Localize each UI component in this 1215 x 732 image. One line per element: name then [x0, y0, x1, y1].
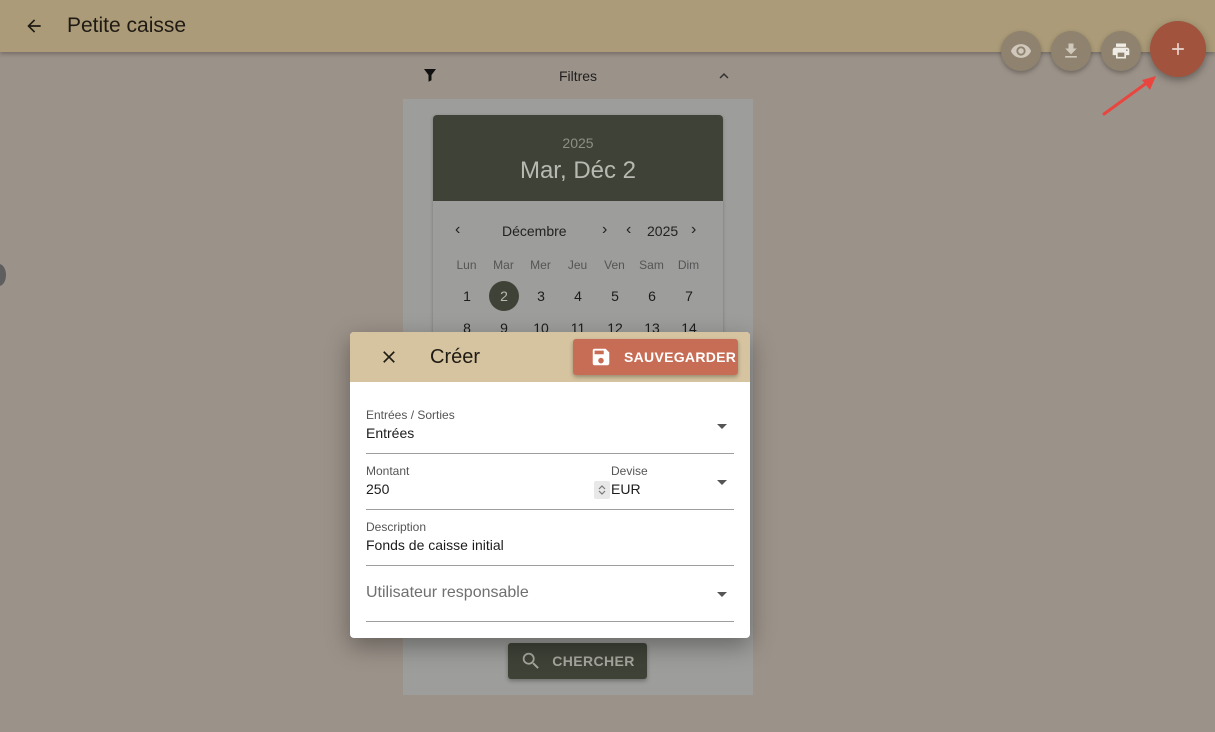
amount-stepper[interactable] — [594, 481, 610, 499]
search-icon — [522, 652, 540, 669]
weekday-label: Mer — [530, 258, 551, 272]
date-picker: 2025 Mar, Déc 2 ‹ Décembre › ‹ 2025 › Lu… — [433, 115, 723, 355]
currency-value: EUR — [611, 481, 641, 497]
dialog-header: Créer SAUVEGARDER — [350, 332, 750, 382]
page-title: Petite caisse — [67, 14, 187, 37]
calendar-day[interactable]: 3 — [526, 281, 556, 311]
dropdown-arrow-icon — [717, 424, 727, 429]
create-dialog: Créer SAUVEGARDER Entrées / Sorties Entr… — [350, 332, 750, 638]
close-button[interactable] — [376, 344, 402, 370]
dropdown-arrow-icon — [717, 480, 727, 485]
amount-value: 250 — [366, 481, 390, 497]
chevron-down-icon — [598, 490, 606, 495]
weekday-label: Lun — [456, 258, 477, 272]
weekday-label: Jeu — [567, 258, 588, 272]
add-button[interactable] — [1150, 21, 1206, 77]
print-button[interactable] — [1101, 31, 1141, 71]
date-picker-selected-date: Mar, Déc 2 — [519, 157, 637, 184]
save-button-label: SAUVEGARDER — [624, 349, 737, 365]
calendar-day[interactable]: 6 — [637, 281, 667, 311]
calendar-day[interactable]: 1 — [452, 281, 482, 311]
calendar-day[interactable]: 7 — [674, 281, 704, 311]
description-field[interactable]: Description Fonds de caisse initial — [366, 520, 734, 566]
pointer-arrow-icon — [1102, 76, 1156, 116]
prev-month-button[interactable]: ‹ — [455, 221, 460, 239]
divider — [366, 509, 734, 510]
plus-icon — [1172, 43, 1184, 55]
user-select[interactable]: Utilisateur responsable — [366, 584, 734, 622]
save-icon — [592, 348, 610, 366]
date-picker-header: 2025 Mar, Déc 2 — [433, 115, 723, 201]
print-icon — [1112, 43, 1130, 59]
calendar-day[interactable]: 4 — [563, 281, 593, 311]
user-placeholder: Utilisateur responsable — [366, 584, 529, 601]
type-select[interactable]: Entrées / Sorties Entrées — [366, 408, 734, 454]
close-icon — [383, 351, 395, 363]
next-year-button[interactable]: › — [691, 221, 696, 239]
calendar-day[interactable]: 5 — [600, 281, 630, 311]
prev-year-button[interactable]: ‹ — [626, 221, 631, 239]
save-button[interactable]: SAUVEGARDER — [573, 339, 738, 375]
weekday-label: Sam — [639, 258, 664, 272]
eye-icon — [1010, 44, 1032, 58]
filter-header[interactable]: Filtres — [403, 60, 753, 90]
search-button-label: CHERCHER — [552, 653, 635, 669]
amount-field[interactable]: Montant 250 — [366, 464, 612, 509]
weekday-label: Mar — [493, 258, 514, 272]
back-button[interactable] — [20, 12, 48, 40]
drawer-handle[interactable] — [0, 264, 6, 286]
filter-label: Filtres — [558, 68, 598, 84]
next-month-button[interactable]: › — [602, 221, 607, 239]
download-button[interactable] — [1051, 31, 1091, 71]
description-label: Description — [366, 520, 427, 534]
dialog-title: Créer — [430, 346, 481, 368]
arrow-back-icon — [27, 19, 41, 33]
type-value: Entrées — [366, 425, 415, 441]
currency-select[interactable]: Devise EUR — [611, 464, 734, 509]
search-button[interactable]: CHERCHER — [508, 643, 647, 679]
weekday-label: Ven — [604, 258, 625, 272]
view-button[interactable] — [1001, 31, 1041, 71]
description-value: Fonds de caisse initial — [366, 537, 504, 553]
month-label[interactable]: Décembre — [502, 223, 567, 239]
weekday-label: Dim — [677, 258, 700, 272]
currency-label: Devise — [611, 464, 648, 478]
type-label: Entrées / Sorties — [366, 408, 455, 422]
amount-label: Montant — [366, 464, 410, 478]
dropdown-arrow-icon — [717, 592, 727, 597]
calendar-day-selected[interactable]: 2 — [489, 281, 519, 311]
chevron-up-icon[interactable] — [715, 67, 733, 85]
date-picker-year[interactable]: 2025 — [433, 135, 723, 151]
download-icon — [1065, 43, 1077, 58]
year-label[interactable]: 2025 — [647, 223, 678, 239]
